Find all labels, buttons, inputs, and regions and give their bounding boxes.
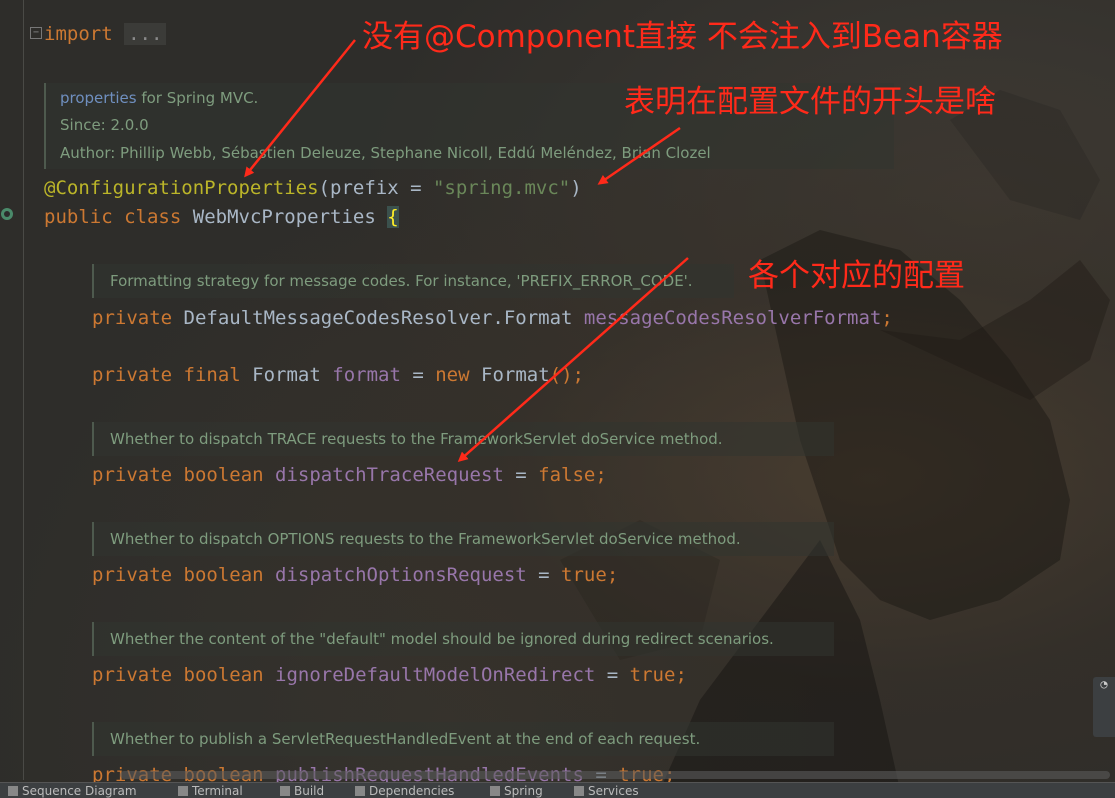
- field-value-keyword: true: [561, 564, 607, 586]
- field-tail: ();: [549, 364, 584, 386]
- field-doc-text: Whether to dispatch TRACE requests to th…: [110, 430, 723, 448]
- field-doc-3: Whether to dispatch OPTIONS requests to …: [92, 522, 834, 556]
- tool-label: Build: [294, 784, 325, 798]
- field-value-keyword: new: [435, 364, 470, 386]
- field-doc-text: Whether the content of the "default" mod…: [110, 630, 774, 648]
- class-declaration[interactable]: public class WebMvcProperties {: [44, 205, 399, 229]
- tool-label: Sequence Diagram: [22, 784, 137, 798]
- tool-services[interactable]: Services: [574, 784, 639, 798]
- services-icon: [574, 786, 584, 796]
- field-assign: =: [595, 664, 630, 686]
- public-keyword: public: [44, 206, 113, 228]
- annotation-note-3: 各个对应的配置: [748, 258, 965, 294]
- horizontal-scrollbar[interactable]: [120, 771, 1110, 779]
- field-value-keyword: false: [538, 464, 596, 486]
- field-tail: ;: [606, 564, 619, 586]
- collapsed-imports[interactable]: ...: [124, 23, 167, 45]
- field-line[interactable]: private boolean dispatchOptionsRequest =…: [92, 563, 618, 587]
- field-name: dispatchTraceRequest: [275, 464, 504, 486]
- tool-build[interactable]: Build: [280, 784, 324, 798]
- field-doc-text: Whether to publish a ServletRequestHandl…: [110, 730, 701, 748]
- annotation-note-2: 表明在配置文件的开头是啥: [624, 84, 996, 120]
- annotation-note-1: 没有@Component直接 不会注入到Bean容器: [362, 19, 1003, 55]
- dependencies-icon: [355, 786, 365, 796]
- field-doc-5: Whether to publish a ServletRequestHandl…: [92, 722, 834, 756]
- bean-gutter-icon[interactable]: [0, 206, 14, 222]
- doc-text: for Spring MVC.: [136, 89, 259, 107]
- import-keyword: import: [44, 23, 113, 45]
- field-name: messageCodesResolverFormat: [583, 307, 882, 329]
- field-line[interactable]: private final Format format = new Format…: [92, 363, 584, 387]
- tool-dependencies[interactable]: Dependencies: [355, 784, 454, 798]
- class-keyword: class: [124, 206, 182, 228]
- field-assign: =: [400, 364, 436, 386]
- field-name: format: [332, 364, 401, 386]
- gutter-divider: [23, 0, 24, 780]
- field-tail: ;: [675, 664, 687, 686]
- doc-since: Since: 2.0.0: [60, 116, 149, 134]
- annotation-param: prefix: [330, 177, 399, 199]
- annotation-name: @ConfigurationProperties: [44, 177, 319, 199]
- import-line[interactable]: import ...: [44, 22, 167, 46]
- field-assign: =: [503, 464, 539, 486]
- field-line[interactable]: private boolean dispatchTraceRequest = f…: [92, 463, 607, 487]
- field-modifiers: private boolean: [92, 464, 264, 486]
- doc-author: Author: Phillip Webb, Sébastien Deleuze,…: [60, 144, 711, 162]
- class-name: WebMvcProperties: [192, 206, 376, 228]
- field-doc-2: Whether to dispatch TRACE requests to th…: [92, 422, 834, 456]
- tool-label: Services: [588, 784, 639, 798]
- field-modifiers: private boolean: [92, 564, 264, 586]
- field-modifiers: private boolean: [92, 664, 264, 686]
- tool-label: Spring: [504, 784, 543, 798]
- annotation-value: "spring.mvc": [432, 177, 571, 199]
- field-name: dispatchOptionsRequest: [275, 564, 527, 586]
- field-doc-text: Whether to dispatch OPTIONS requests to …: [110, 530, 741, 548]
- tool-spring[interactable]: Spring: [490, 784, 543, 798]
- tool-label: Terminal: [192, 784, 243, 798]
- annotation-line[interactable]: @ConfigurationProperties(prefix = "sprin…: [44, 176, 582, 200]
- tool-terminal[interactable]: Terminal: [178, 784, 243, 798]
- tool-sequence-diagram[interactable]: Sequence Diagram: [8, 784, 137, 798]
- fold-toggle-icon[interactable]: −: [30, 27, 42, 39]
- terminal-icon: [178, 786, 188, 796]
- field-type: DefaultMessageCodesResolver.Format: [183, 307, 573, 329]
- field-doc-4: Whether the content of the "default" mod…: [92, 622, 834, 656]
- field-tail: ;: [595, 464, 607, 486]
- field-modifiers: private final: [92, 364, 241, 386]
- tool-label: Dependencies: [369, 784, 455, 798]
- tool-window-bar: Sequence Diagram Terminal Build Dependen…: [0, 782, 1115, 798]
- field-modifiers: private: [92, 307, 173, 329]
- field-doc-text: Formatting strategy for message codes. F…: [110, 272, 693, 290]
- field-value: Format: [481, 364, 550, 386]
- diagram-icon: [8, 786, 18, 796]
- field-name: ignoreDefaultModelOnRedirect: [275, 664, 596, 686]
- field-type: Format: [252, 364, 321, 386]
- field-line[interactable]: private boolean ignoreDefaultModelOnRedi…: [92, 663, 687, 687]
- field-value-keyword: true: [629, 664, 676, 686]
- field-assign: =: [526, 564, 562, 586]
- open-brace: {: [387, 206, 399, 228]
- field-doc-1: Formatting strategy for message codes. F…: [92, 264, 734, 298]
- code-editor[interactable]: − import ... properties for Spring MVC. …: [0, 0, 1115, 798]
- field-tail: ;: [881, 307, 893, 329]
- doc-link-properties[interactable]: properties: [60, 89, 137, 107]
- field-line[interactable]: private DefaultMessageCodesResolver.Form…: [92, 306, 893, 330]
- build-icon: [280, 786, 290, 796]
- spring-icon: [490, 786, 500, 796]
- side-tool-icon[interactable]: ◔: [1093, 677, 1115, 737]
